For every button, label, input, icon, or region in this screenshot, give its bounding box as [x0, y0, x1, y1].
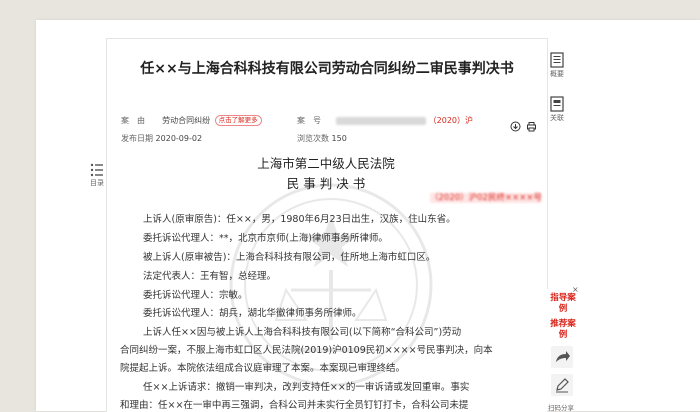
paragraph-agent-3: 委托诉讼代理人：胡兵，湖北华徽律师事务所律师。 [143, 308, 362, 319]
paragraph-legal-rep: 法定代表人：王有智，总经理。 [143, 271, 277, 282]
paragraph-appellee: 被上诉人(原审被告)：上海合科科技有限公司，住所地上海市虹口区。 [143, 252, 436, 263]
views-row: 浏览次数 150 [297, 133, 347, 144]
document-icon [550, 52, 564, 68]
paragraph-case-intro-3: 院提起上诉。本院依法组成合议庭审理了本案。本案现已审理终结。 [120, 363, 406, 374]
paragraph-agent-2: 委托诉讼代理人：宗敏。 [143, 290, 248, 301]
case-cause-row: 案 由 劳动合同纠纷 点击了解更多 [121, 115, 262, 126]
guide-case-link[interactable]: 指导案例 [549, 293, 577, 315]
print-icon[interactable] [526, 121, 537, 132]
case-cause-label: 案 由 [121, 116, 145, 125]
paragraph-claims-1: 任××上诉请求：撤销一审判决，改判支持任××的一审诉请或发回重审。事实 [143, 382, 470, 393]
doc-actions [510, 121, 537, 132]
paragraph-case-intro-1: 上诉人任××因与被上诉人上海合科科技有限公司(以下简称“合科公司”)劳动 [143, 327, 462, 338]
recommend-case-link[interactable]: 推荐案例 [549, 319, 577, 341]
court-case-number-redacted: （2020）沪02民终××××号 [430, 193, 542, 203]
publish-date-value: 2020-09-02 [155, 134, 203, 143]
toc-button[interactable]: 目录 [88, 162, 106, 188]
case-number-label: 案 号 [297, 116, 321, 125]
case-cause-value: 劳动合同纠纷 [162, 116, 211, 125]
share-icon [556, 351, 570, 362]
publish-date-row: 发布日期 2020-09-02 [121, 133, 202, 144]
paragraph-agent-1: 委托诉讼代理人：**，北京市京师(上海)律师事务所律师。 [143, 233, 388, 244]
document-title: 任××与上海合科科技有限公司劳动合同纠纷二审民事判决书 [140, 61, 514, 77]
publish-date-label: 发布日期 [121, 134, 153, 143]
judgment-type: 民 事 判 决 书 [286, 176, 366, 191]
case-number-row: 案 号 （2020）沪 [297, 115, 473, 126]
paragraph-case-intro-2: 合同纠纷一案，不服上海市虹口区人民法院(2019)沪0109民初××××号民事判… [120, 345, 493, 356]
summary-button[interactable]: 概要 [546, 52, 568, 79]
share-button[interactable] [551, 346, 573, 368]
paragraph-claims-2: 和理由：任××在一审中再三强调，合科公司并未实行全员钉钉打卡，合科公司未提 [120, 400, 469, 411]
summary-label: 概要 [550, 70, 564, 78]
related-icon [550, 96, 564, 112]
list-icon [90, 163, 103, 177]
toc-label: 目录 [90, 179, 104, 187]
related-label: 关联 [550, 114, 564, 122]
edit-button[interactable] [551, 374, 573, 396]
paragraph-appellant: 上诉人(原审原告)：任××，男，1980年6月23日出生，汉族，住山东省。 [143, 214, 456, 225]
views-value: 150 [331, 134, 347, 143]
court-case-number: （2020）沪02民终××××号 [430, 191, 542, 203]
views-label: 浏览次数 [297, 134, 329, 143]
court-name: 上海市第二中级人民法院 [257, 156, 395, 171]
related-button[interactable]: 关联 [546, 96, 568, 123]
case-number-redacted [336, 116, 427, 125]
pencil-icon [556, 378, 569, 393]
download-icon[interactable] [510, 121, 521, 132]
case-number-suffix: （2020）沪 [428, 116, 473, 125]
learn-more-link[interactable]: 点击了解更多 [214, 115, 262, 126]
